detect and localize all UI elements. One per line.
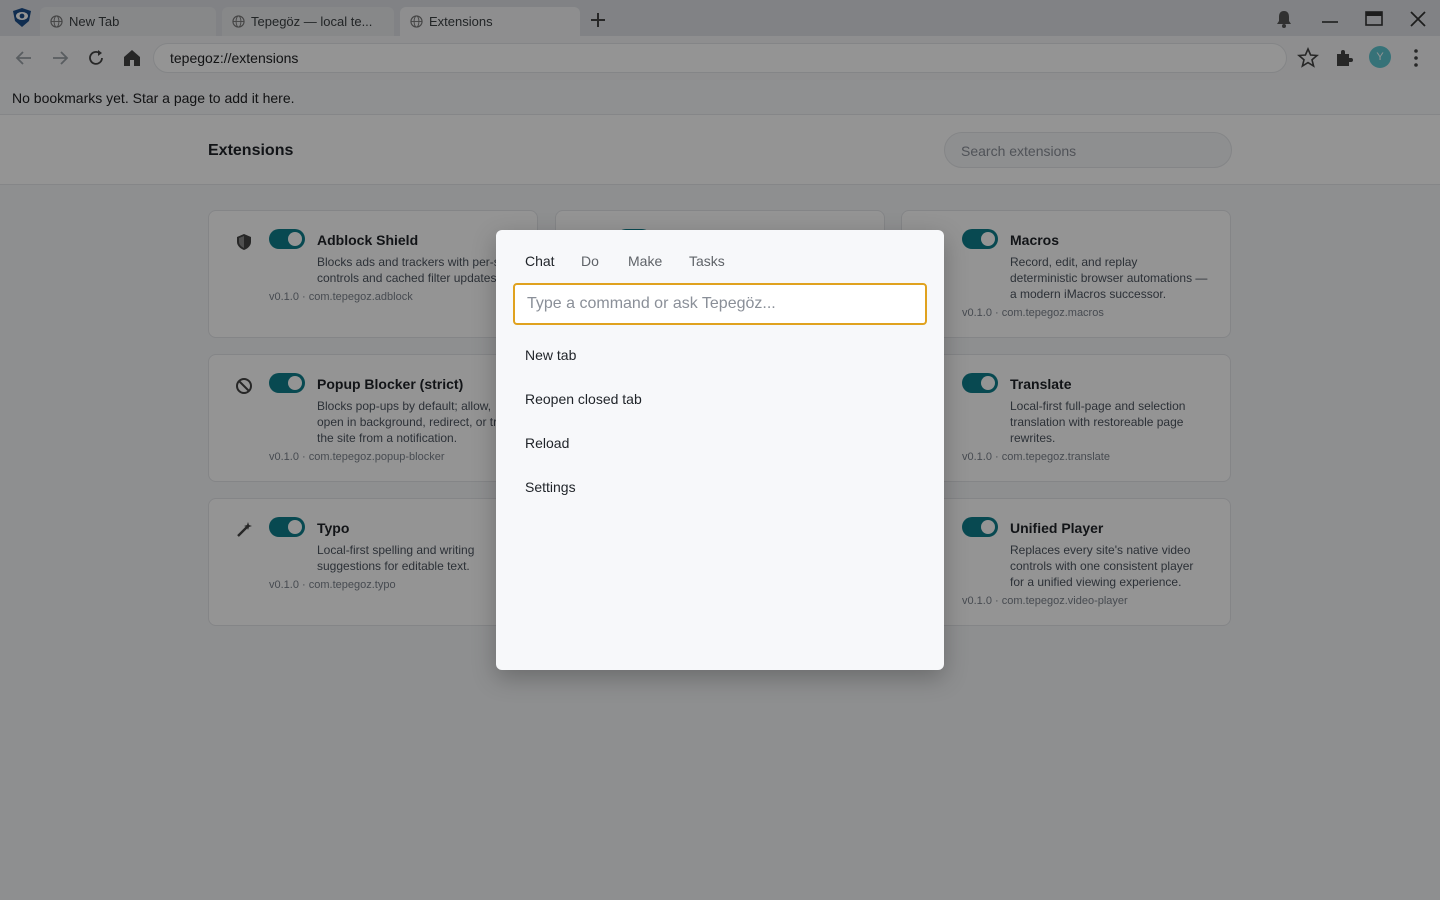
command-settings[interactable]: Settings	[525, 479, 576, 495]
palette-tab-make[interactable]: Make	[628, 253, 662, 269]
palette-tab-chat[interactable]: Chat	[525, 253, 555, 269]
command-input[interactable]	[513, 283, 927, 325]
command-reopen-closed-tab[interactable]: Reopen closed tab	[525, 391, 642, 407]
command-reload[interactable]: Reload	[525, 435, 569, 451]
palette-tab-do[interactable]: Do	[581, 253, 599, 269]
palette-tab-tasks[interactable]: Tasks	[689, 253, 725, 269]
command-palette: Chat Do Make Tasks New tab Reopen closed…	[496, 230, 944, 670]
command-new-tab[interactable]: New tab	[525, 347, 576, 363]
